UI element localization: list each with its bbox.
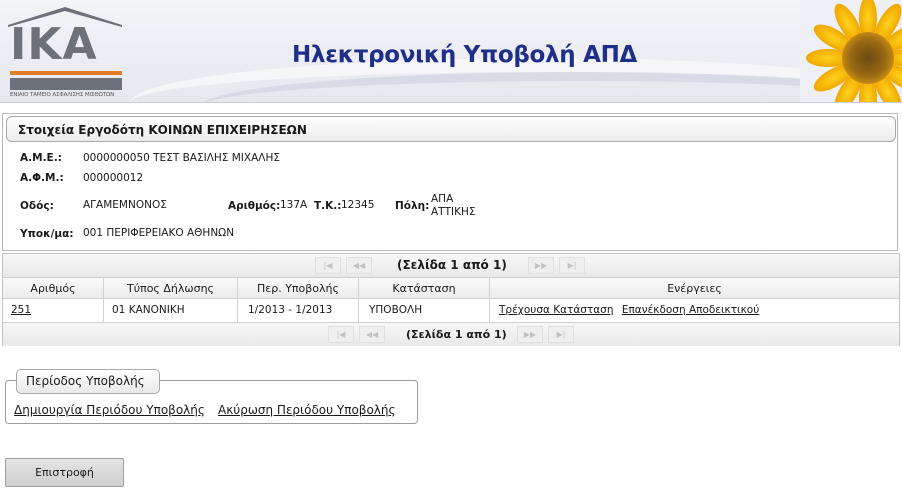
reissue-certificate-link[interactable]: Επανέκδοση Αποδεικτικού xyxy=(622,304,759,316)
pager-top-text: (Σελίδα 1 από 1) xyxy=(397,258,507,272)
table-header: Αριθμός Τύπος Δήλωσης Περ. Υποβολής Κατά… xyxy=(3,278,899,299)
column-header-type[interactable]: Τύπος Δήλωσης xyxy=(104,278,238,299)
cell-type: 01 ΚΑΝΟΝΙΚΗ xyxy=(104,299,238,322)
afm-label: Α.Φ.Μ.: xyxy=(20,172,64,184)
pager-top: |◀ ◀◀ (Σελίδα 1 από 1) ▶▶ ▶| xyxy=(3,254,899,278)
cancel-period-link[interactable]: Ακύρωση Περιόδου Υποβολής xyxy=(218,403,396,417)
column-header-number[interactable]: Αριθμός xyxy=(3,278,104,299)
pager-bottom: |◀ ◀◀ (Σελίδα 1 από 1) ▶▶ ▶| xyxy=(3,322,899,346)
first-page-button[interactable]: |◀ xyxy=(328,326,354,343)
street-value: ΑΓΑΜΕΜΝΟΝΟΣ xyxy=(83,199,167,211)
app-title: Ηλεκτρονική Υποβολή ΑΠΔ xyxy=(292,42,638,68)
ame-value: 0000000050 ΤΕΣΤ ΒΑΣΙΛΗΣ ΜΙΧΑΛΗΣ xyxy=(83,152,280,164)
branch-value: 001 ΠΕΡΙΦΕΡΕΙΑΚΟ ΑΘΗΝΩΝ xyxy=(83,227,235,239)
pager-bottom-text: (Σελίδα 1 από 1) xyxy=(406,328,507,341)
header-banner: IKA ΕΝΙΑΙΟ ΤΑΜΕΙΟ ΑΣΦΑΛΙΣΗΣ ΜΙΣΘΩΤΩΝ Ηλε… xyxy=(0,0,902,103)
employer-panel: Στοιχεία Εργοδότη ΚΟΙΝΩΝ ΕΠΙΧΕΙΡΗΣΕΩΝ Α.… xyxy=(2,113,898,251)
declarations-table: |◀ ◀◀ (Σελίδα 1 από 1) ▶▶ ▶| Αριθμός Τύπ… xyxy=(2,253,900,346)
number-label: Αριθμός: xyxy=(228,200,281,212)
declaration-number-link[interactable]: 251 xyxy=(11,304,31,316)
logo-orange-bar xyxy=(10,71,122,75)
logo-tagline: ΕΝΙΑΙΟ ΤΑΜΕΙΟ ΑΣΦΑΛΙΣΗΣ ΜΙΣΘΩΤΩΝ xyxy=(10,92,115,98)
last-page-button[interactable]: ▶| xyxy=(548,326,574,343)
column-header-actions: Ενέργειες xyxy=(667,282,722,295)
column-header-status[interactable]: Κατάσταση xyxy=(359,278,490,299)
column-header-period[interactable]: Περ. Υποβολής xyxy=(238,278,359,299)
tk-value: 12345 xyxy=(341,199,375,211)
prev-page-button[interactable]: ◀◀ xyxy=(346,257,372,274)
afm-value: 000000012 xyxy=(83,172,144,184)
period-legend: Περίοδος Υποβολής xyxy=(16,369,160,394)
ika-logo: IKA ΕΝΙΑΙΟ ΤΑΜΕΙΟ ΑΣΦΑΛΙΣΗΣ ΜΙΣΘΩΤΩΝ xyxy=(6,5,124,101)
table-row: 251 01 ΚΑΝΟΝΙΚΗ 1/2013 - 1/2013 ΥΠΟΒΟΛΗ … xyxy=(3,299,899,322)
employer-title: Στοιχεία Εργοδότη ΚΟΙΝΩΝ ΕΠΙΧΕΙΡΗΣΕΩΝ xyxy=(18,123,307,137)
sunflower-icon xyxy=(800,0,902,102)
cell-period: 1/2013 - 1/2013 xyxy=(238,299,359,322)
cell-status: ΥΠΟΒΟΛΗ xyxy=(359,299,490,322)
tk-label: Τ.Κ.: xyxy=(314,200,342,212)
logo-gray-bar xyxy=(10,78,122,90)
cell-actions: Τρέχουσα Κατάσταση Επανέκδοση Αποδεικτικ… xyxy=(490,299,899,322)
branch-label: Υποκ/μα: xyxy=(20,228,74,240)
logo-letters: IKA xyxy=(10,19,98,70)
city-value-line2: ΑΤΤΙΚΗΣ xyxy=(431,206,476,218)
last-page-button[interactable]: ▶| xyxy=(559,257,585,274)
next-page-button[interactable]: ▶▶ xyxy=(528,257,554,274)
create-period-link[interactable]: Δημιουργία Περιόδου Υποβολής xyxy=(14,403,205,417)
number-value: 137Α xyxy=(280,199,308,211)
cell-number: 251 xyxy=(3,299,104,322)
street-label: Οδός: xyxy=(20,200,54,212)
employer-title-bar: Στοιχεία Εργοδότη ΚΟΙΝΩΝ ΕΠΙΧΕΙΡΗΣΕΩΝ xyxy=(6,116,896,142)
return-button[interactable]: Επιστροφή xyxy=(5,458,124,487)
city-value-line1: ΑΠΑ xyxy=(431,193,454,205)
next-page-button[interactable]: ▶▶ xyxy=(517,326,543,343)
current-status-link[interactable]: Τρέχουσα Κατάσταση xyxy=(499,304,614,316)
prev-page-button[interactable]: ◀◀ xyxy=(359,326,385,343)
city-label: Πόλη: xyxy=(395,200,430,212)
ame-label: Α.Μ.Ε.: xyxy=(20,152,62,164)
first-page-button[interactable]: |◀ xyxy=(315,257,341,274)
